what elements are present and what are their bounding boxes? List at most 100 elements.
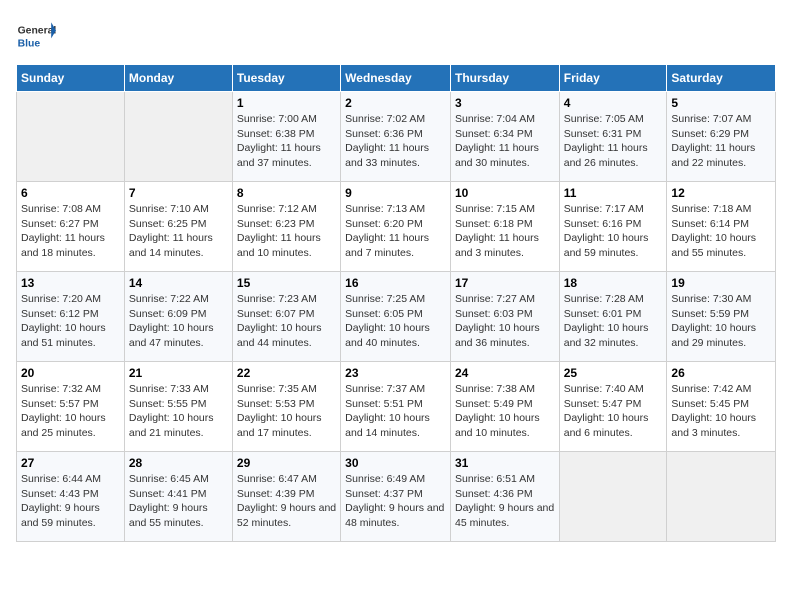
weekday-header-tuesday: Tuesday [232,65,340,92]
calendar-cell: 23 Sunrise: 7:37 AM Sunset: 5:51 PM Dayli… [341,362,451,452]
day-detail: Sunrise: 6:51 AM Sunset: 4:36 PM Dayligh… [455,472,555,531]
calendar-cell: 6 Sunrise: 7:08 AM Sunset: 6:27 PM Daylig… [17,182,125,272]
day-detail: Sunrise: 6:45 AM Sunset: 4:41 PM Dayligh… [129,472,228,531]
day-number: 8 [237,186,336,200]
day-number: 4 [564,96,663,110]
calendar-cell: 24 Sunrise: 7:38 AM Sunset: 5:49 PM Dayli… [450,362,559,452]
day-detail: Sunrise: 7:17 AM Sunset: 6:16 PM Dayligh… [564,202,663,261]
calendar-cell: 21 Sunrise: 7:33 AM Sunset: 5:55 PM Dayli… [124,362,232,452]
day-detail: Sunrise: 7:22 AM Sunset: 6:09 PM Dayligh… [129,292,228,351]
day-detail: Sunrise: 7:28 AM Sunset: 6:01 PM Dayligh… [564,292,663,351]
day-number: 31 [455,456,555,470]
day-detail: Sunrise: 7:07 AM Sunset: 6:29 PM Dayligh… [671,112,771,171]
day-number: 26 [671,366,771,380]
day-number: 28 [129,456,228,470]
calendar-cell: 14 Sunrise: 7:22 AM Sunset: 6:09 PM Dayli… [124,272,232,362]
day-detail: Sunrise: 7:05 AM Sunset: 6:31 PM Dayligh… [564,112,663,171]
calendar-cell: 16 Sunrise: 7:25 AM Sunset: 6:05 PM Dayli… [341,272,451,362]
calendar-cell: 13 Sunrise: 7:20 AM Sunset: 6:12 PM Dayli… [17,272,125,362]
day-detail: Sunrise: 6:47 AM Sunset: 4:39 PM Dayligh… [237,472,336,531]
day-number: 23 [345,366,446,380]
day-detail: Sunrise: 7:30 AM Sunset: 5:59 PM Dayligh… [671,292,771,351]
day-number: 16 [345,276,446,290]
day-detail: Sunrise: 7:20 AM Sunset: 6:12 PM Dayligh… [21,292,120,351]
calendar-cell: 9Sunrise: 7:13 AM Sunset: 6:20 PM Daylig… [341,182,451,272]
calendar-cell: 11 Sunrise: 7:17 AM Sunset: 6:16 PM Dayli… [559,182,667,272]
calendar-cell [667,452,776,542]
weekday-header-monday: Monday [124,65,232,92]
day-detail: Sunrise: 7:02 AM Sunset: 6:36 PM Dayligh… [345,112,446,171]
day-number: 29 [237,456,336,470]
weekday-header-wednesday: Wednesday [341,65,451,92]
day-detail: Sunrise: 7:12 AM Sunset: 6:23 PM Dayligh… [237,202,336,261]
day-detail: Sunrise: 7:23 AM Sunset: 6:07 PM Dayligh… [237,292,336,351]
day-number: 2 [345,96,446,110]
day-detail: Sunrise: 7:15 AM Sunset: 6:18 PM Dayligh… [455,202,555,261]
day-number: 30 [345,456,446,470]
calendar-cell: 3Sunrise: 7:04 AM Sunset: 6:34 PM Daylig… [450,92,559,182]
calendar-cell: 10 Sunrise: 7:15 AM Sunset: 6:18 PM Dayli… [450,182,559,272]
calendar-cell [559,452,667,542]
weekday-header-sunday: Sunday [17,65,125,92]
weekday-header-friday: Friday [559,65,667,92]
calendar-cell: 15 Sunrise: 7:23 AM Sunset: 6:07 PM Dayli… [232,272,340,362]
day-number: 10 [455,186,555,200]
calendar-cell: 17Sunrise: 7:27 AM Sunset: 6:03 PM Dayli… [450,272,559,362]
day-detail: Sunrise: 7:38 AM Sunset: 5:49 PM Dayligh… [455,382,555,441]
calendar-cell: 12 Sunrise: 7:18 AM Sunset: 6:14 PM Dayli… [667,182,776,272]
calendar-cell: 28 Sunrise: 6:45 AM Sunset: 4:41 PM Dayli… [124,452,232,542]
day-number: 12 [671,186,771,200]
calendar-cell: 8 Sunrise: 7:12 AM Sunset: 6:23 PM Daylig… [232,182,340,272]
day-number: 22 [237,366,336,380]
week-row-1: 1Sunrise: 7:00 AM Sunset: 6:38 PM Daylig… [17,92,776,182]
calendar-cell: 18 Sunrise: 7:28 AM Sunset: 6:01 PM Dayli… [559,272,667,362]
svg-text:Blue: Blue [18,38,41,49]
day-number: 25 [564,366,663,380]
week-row-5: 27Sunrise: 6:44 AM Sunset: 4:43 PM Dayli… [17,452,776,542]
calendar-cell: 19 Sunrise: 7:30 AM Sunset: 5:59 PM Dayli… [667,272,776,362]
calendar-table: SundayMondayTuesdayWednesdayThursdayFrid… [16,64,776,542]
calendar-cell: 29 Sunrise: 6:47 AM Sunset: 4:39 PM Dayli… [232,452,340,542]
day-number: 18 [564,276,663,290]
day-number: 1 [237,96,336,110]
week-row-4: 20 Sunrise: 7:32 AM Sunset: 5:57 PM Dayli… [17,362,776,452]
day-number: 19 [671,276,771,290]
calendar-cell: 27Sunrise: 6:44 AM Sunset: 4:43 PM Dayli… [17,452,125,542]
day-detail: Sunrise: 7:27 AM Sunset: 6:03 PM Dayligh… [455,292,555,351]
day-number: 6 [21,186,120,200]
day-detail: Sunrise: 7:32 AM Sunset: 5:57 PM Dayligh… [21,382,120,441]
week-row-3: 13 Sunrise: 7:20 AM Sunset: 6:12 PM Dayli… [17,272,776,362]
weekday-header-saturday: Saturday [667,65,776,92]
calendar-cell: 30 Sunrise: 6:49 AM Sunset: 4:37 PM Dayli… [341,452,451,542]
day-detail: Sunrise: 7:35 AM Sunset: 5:53 PM Dayligh… [237,382,336,441]
calendar-cell [124,92,232,182]
day-detail: Sunrise: 6:49 AM Sunset: 4:37 PM Dayligh… [345,472,446,531]
logo: General Blue [16,16,60,56]
day-detail: Sunrise: 7:40 AM Sunset: 5:47 PM Dayligh… [564,382,663,441]
day-detail: Sunrise: 7:18 AM Sunset: 6:14 PM Dayligh… [671,202,771,261]
day-number: 11 [564,186,663,200]
calendar-cell [17,92,125,182]
day-number: 27 [21,456,120,470]
calendar-cell: 7Sunrise: 7:10 AM Sunset: 6:25 PM Daylig… [124,182,232,272]
day-detail: Sunrise: 7:25 AM Sunset: 6:05 PM Dayligh… [345,292,446,351]
day-number: 13 [21,276,120,290]
day-detail: Sunrise: 7:04 AM Sunset: 6:34 PM Dayligh… [455,112,555,171]
day-detail: Sunrise: 7:37 AM Sunset: 5:51 PM Dayligh… [345,382,446,441]
day-number: 21 [129,366,228,380]
calendar-cell: 1Sunrise: 7:00 AM Sunset: 6:38 PM Daylig… [232,92,340,182]
calendar-cell: 2 Sunrise: 7:02 AM Sunset: 6:36 PM Daylig… [341,92,451,182]
calendar-cell: 25 Sunrise: 7:40 AM Sunset: 5:47 PM Dayli… [559,362,667,452]
calendar-cell: 31 Sunrise: 6:51 AM Sunset: 4:36 PM Dayli… [450,452,559,542]
calendar-cell: 5Sunrise: 7:07 AM Sunset: 6:29 PM Daylig… [667,92,776,182]
day-number: 20 [21,366,120,380]
calendar-cell: 26Sunrise: 7:42 AM Sunset: 5:45 PM Dayli… [667,362,776,452]
svg-text:General: General [18,26,56,37]
day-number: 14 [129,276,228,290]
day-detail: Sunrise: 7:33 AM Sunset: 5:55 PM Dayligh… [129,382,228,441]
day-number: 7 [129,186,228,200]
day-number: 24 [455,366,555,380]
day-number: 15 [237,276,336,290]
day-number: 9 [345,186,446,200]
day-detail: Sunrise: 7:08 AM Sunset: 6:27 PM Dayligh… [21,202,120,261]
